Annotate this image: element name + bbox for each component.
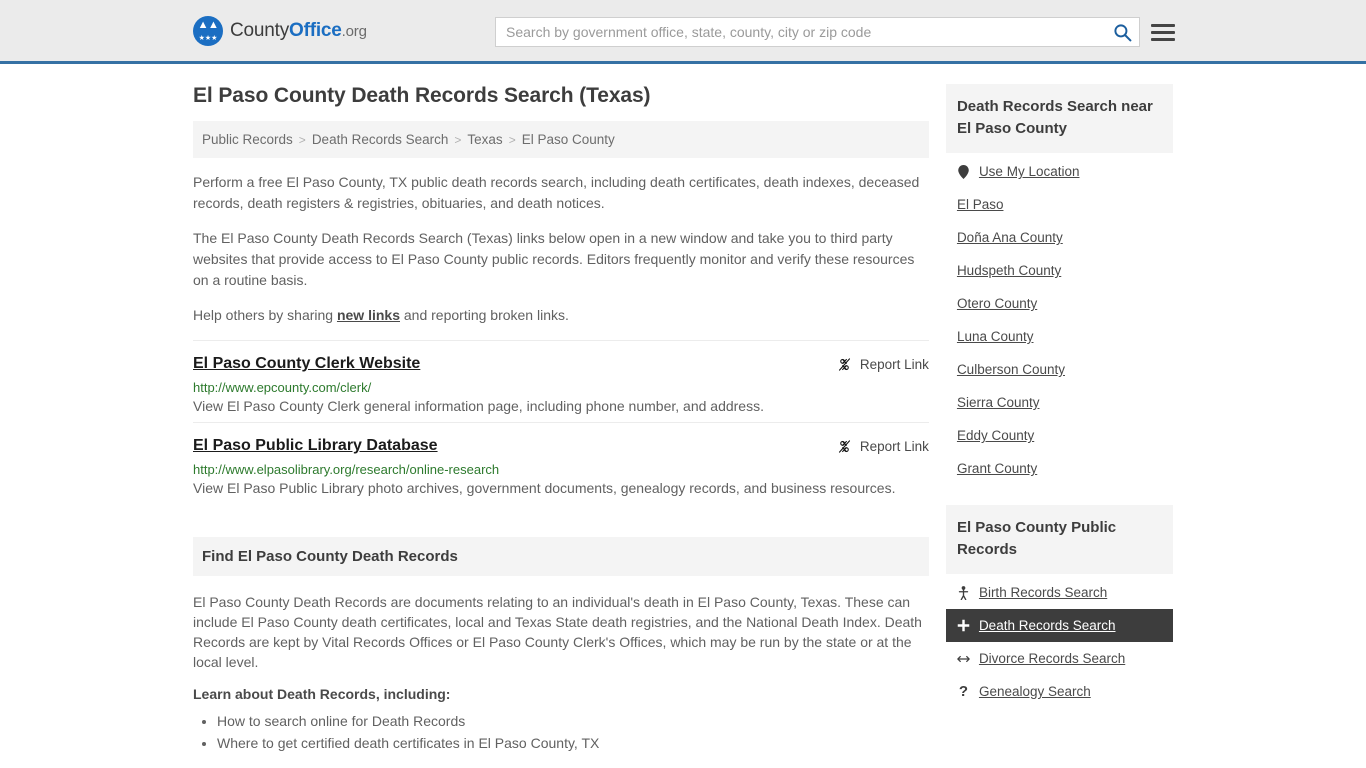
sidebar-link-label[interactable]: Birth Records Search [979, 585, 1107, 600]
question-mark-icon: ? [958, 683, 969, 700]
sidebar-item-otero-county[interactable]: Otero County [946, 287, 1173, 320]
sidebar-item-luna-county[interactable]: Luna County [946, 320, 1173, 353]
sidebar-link-label[interactable]: Eddy County [957, 428, 1034, 443]
intro-paragraph-2: The El Paso County Death Records Search … [193, 230, 915, 288]
sidebar-nearby-list: Use My Location El Paso Doña Ana County … [946, 153, 1173, 485]
sidebar-link-label[interactable]: Sierra County [957, 395, 1040, 410]
site-logo[interactable]: ▲▲ ★★★ CountyOffice.org [193, 15, 367, 46]
sidebar-item-el-paso[interactable]: El Paso [946, 188, 1173, 221]
broken-link-icon [838, 440, 850, 453]
page-body: El Paso County Death Records Search (Tex… [0, 64, 1366, 754]
logo-text-office: Office [289, 19, 342, 41]
report-link-button[interactable]: Report Link [837, 437, 929, 454]
sidebar-public-records-heading: El Paso County Public Records [945, 505, 1173, 574]
sidebar-item-divorce-records-search[interactable]: Divorce Records Search [946, 642, 1173, 675]
list-item: How to search online for Death Records [217, 710, 929, 732]
sidebar-public-records-list: Birth Records Search Death Records Searc… [945, 574, 1173, 708]
sidebar-item-use-my-location[interactable]: Use My Location [946, 155, 1173, 188]
sidebar-item-sierra-county[interactable]: Sierra County [946, 386, 1173, 419]
sidebar-item-death-records-search[interactable]: Death Records Search [945, 609, 1173, 642]
search-icon [1113, 23, 1131, 41]
baby-icon [957, 585, 970, 600]
sidebar-item-genealogy-search[interactable]: ? Genealogy Search [946, 675, 1173, 708]
sidebar-link-label[interactable]: Luna County [957, 329, 1034, 344]
sidebar-item-hudspeth-county[interactable]: Hudspeth County [946, 254, 1173, 287]
sidebar-item-culberson-county[interactable]: Culberson County [946, 353, 1173, 386]
sidebar: Death Records Search near El Paso County… [945, 84, 1173, 754]
sidebar-item-dona-ana-county[interactable]: Doña Ana County [946, 221, 1173, 254]
sidebar-link-label[interactable]: El Paso [957, 197, 1004, 212]
result-title-link[interactable]: El Paso Public Library Database [193, 437, 438, 455]
result-description: View El Paso County Clerk general inform… [193, 398, 764, 414]
sidebar-nearby-heading: Death Records Search near El Paso County [945, 84, 1173, 153]
result-item: El Paso County Clerk Website Report Link… [193, 340, 929, 417]
double-arrow-icon [957, 654, 970, 664]
site-header: ▲▲ ★★★ CountyOffice.org [0, 0, 1366, 64]
breadcrumb: Public Records > Death Records Search > … [193, 121, 929, 158]
search-button[interactable] [1105, 18, 1139, 46]
logo-text-county: County [230, 19, 290, 41]
breadcrumb-separator: > [508, 132, 516, 147]
sidebar-link-label[interactable]: Culberson County [957, 362, 1065, 377]
broken-link-icon [838, 358, 850, 371]
search-input[interactable] [496, 18, 1105, 46]
result-url[interactable]: http://www.elpasolibrary.org/research/on… [193, 462, 929, 477]
report-link-label: Report Link [859, 439, 929, 454]
list-item: Where to get certified death certificate… [217, 732, 929, 754]
share-prefix: Help others by sharing [193, 307, 337, 323]
breadcrumb-separator: > [454, 132, 462, 147]
breadcrumb-item-el-paso-county[interactable]: El Paso County [522, 132, 615, 147]
cross-icon [957, 619, 970, 632]
find-records-heading: Find El Paso County Death Records [193, 537, 929, 576]
new-links-link[interactable]: new links [337, 307, 400, 323]
result-description: View El Paso Public Library photo archiv… [193, 480, 896, 496]
sidebar-link-label[interactable]: Use My Location [979, 164, 1080, 179]
map-pin-icon [957, 164, 970, 179]
learn-about-list: How to search online for Death Records W… [193, 710, 929, 754]
share-links-paragraph: Help others by sharing new links and rep… [193, 305, 929, 326]
sidebar-item-eddy-county[interactable]: Eddy County [946, 419, 1173, 452]
learn-about-label: Learn about Death Records, including: [193, 686, 451, 702]
intro-paragraph-1: Perform a free El Paso County, TX public… [193, 174, 920, 211]
logo-text: CountyOffice.org [230, 20, 367, 42]
breadcrumb-item-texas[interactable]: Texas [467, 132, 502, 147]
page-title: El Paso County Death Records Search (Tex… [193, 84, 651, 107]
main-column: El Paso County Death Records Search (Tex… [193, 84, 929, 754]
sidebar-link-label[interactable]: Genealogy Search [979, 684, 1091, 699]
sidebar-link-label[interactable]: Doña Ana County [957, 230, 1063, 245]
sidebar-link-label[interactable]: Hudspeth County [957, 263, 1061, 278]
sidebar-link-label[interactable]: Grant County [957, 461, 1037, 476]
search-bar [495, 17, 1140, 47]
hamburger-bar [1151, 30, 1175, 34]
hamburger-menu-icon[interactable] [1151, 20, 1175, 44]
sidebar-link-label[interactable]: Otero County [957, 296, 1037, 311]
sidebar-link-label[interactable]: Divorce Records Search [979, 651, 1125, 666]
result-item: El Paso Public Library Database Report L… [193, 422, 929, 499]
result-title-link[interactable]: El Paso County Clerk Website [193, 355, 420, 373]
find-records-body: El Paso County Death Records are documen… [193, 576, 929, 754]
breadcrumb-separator: > [298, 132, 306, 147]
eagle-seal-icon: ▲▲ ★★★ [193, 15, 223, 46]
sidebar-item-birth-records-search[interactable]: Birth Records Search [946, 576, 1173, 609]
breadcrumb-item-public-records[interactable]: Public Records [202, 132, 293, 147]
sidebar-link-label[interactable]: Death Records Search [979, 618, 1116, 633]
sidebar-item-grant-county[interactable]: Grant County [946, 452, 1173, 485]
result-url[interactable]: http://www.epcounty.com/clerk/ [193, 380, 929, 395]
find-records-paragraph: El Paso County Death Records are documen… [193, 594, 922, 670]
hamburger-bar [1151, 37, 1175, 41]
report-link-label: Report Link [859, 357, 929, 372]
report-link-button[interactable]: Report Link [837, 355, 929, 372]
hamburger-bar [1151, 23, 1175, 27]
share-suffix: and reporting broken links. [400, 307, 569, 323]
breadcrumb-item-death-records-search[interactable]: Death Records Search [312, 132, 449, 147]
logo-text-org: .org [341, 22, 367, 40]
